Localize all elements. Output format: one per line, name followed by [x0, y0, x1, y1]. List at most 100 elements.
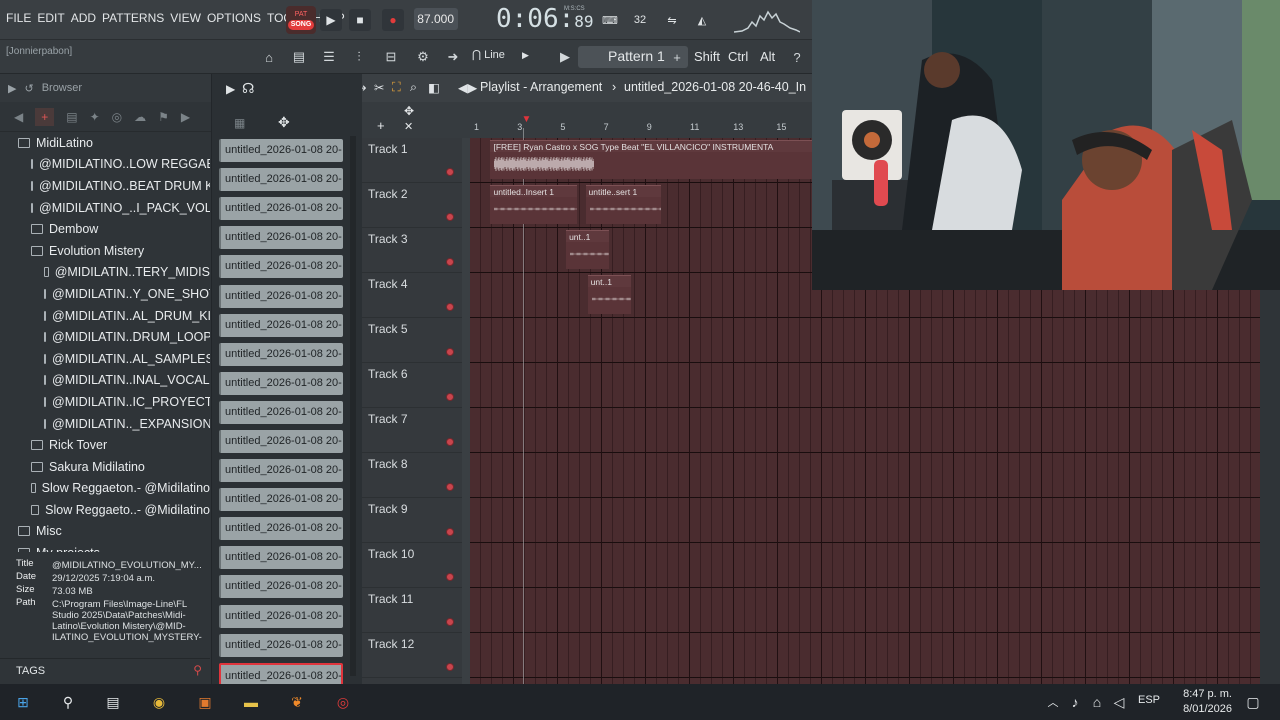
- browser-item[interactable]: @MIDILATIN..AL_DRUM_KIT: [0, 305, 210, 327]
- browser-item[interactable]: Slow Reggaeto..- @Midilatino: [0, 499, 210, 521]
- select-icon[interactable]: ⛶: [392, 80, 401, 95]
- playlist-clip[interactable]: untitled..Insert 1: [490, 185, 577, 224]
- track-header[interactable]: Track 1: [362, 138, 462, 183]
- browser-item[interactable]: @MIDILATIN..TERY_MIDIS: [0, 262, 210, 284]
- plugin-icon[interactable]: ⚙: [412, 47, 434, 67]
- browser-item[interactable]: @MIDILATINO_..I_PACK_VOL_2: [0, 197, 210, 219]
- playlist-clip[interactable]: unt..1: [566, 230, 610, 269]
- browser-files-icon[interactable]: ▤: [66, 110, 77, 124]
- track-header[interactable]: Track 5: [362, 318, 462, 363]
- piano-roll-icon[interactable]: ☰: [318, 47, 340, 67]
- shift-key[interactable]: Shift: [690, 46, 724, 68]
- clip-item[interactable]: untitled_2026-01-08 20-: [219, 456, 353, 485]
- browser-plugin-icon[interactable]: ✦: [90, 110, 100, 124]
- tempo-display[interactable]: 87.000: [414, 8, 458, 30]
- fl-studio-icon[interactable]: ❦: [284, 690, 310, 714]
- browser-item[interactable]: Sakura Midilatino: [0, 456, 210, 478]
- menu-item-view[interactable]: VIEW: [170, 11, 201, 25]
- menu-item-add[interactable]: ADD: [71, 11, 96, 25]
- timeline-ruler[interactable]: 1 3 5 7 9 11 13 15 ▼: [462, 114, 812, 134]
- browser-flag-icon[interactable]: ⚑: [158, 110, 169, 124]
- browser-back-icon[interactable]: ↺: [24, 82, 33, 95]
- track-header[interactable]: Track 10: [362, 543, 462, 588]
- track-header[interactable]: Track 3: [362, 228, 462, 273]
- lock-icon[interactable]: ⌂: [258, 47, 280, 67]
- clip-item[interactable]: untitled_2026-01-08 20-: [219, 427, 353, 456]
- record-button[interactable]: ●: [382, 9, 404, 31]
- track-mute-led[interactable]: [446, 393, 454, 401]
- pattern-prev-icon[interactable]: ▶: [554, 47, 576, 67]
- track-header[interactable]: Track 11: [362, 588, 462, 633]
- clip-item[interactable]: untitled_2026-01-08 20-: [219, 631, 353, 660]
- clip-item[interactable]: untitled_2026-01-08 20-: [219, 572, 353, 601]
- browser-collapse-icon[interactable]: ◀: [14, 110, 23, 124]
- browser-item[interactable]: Evolution Mistery: [0, 240, 210, 262]
- track-mute-led[interactable]: [446, 258, 454, 266]
- clip-item[interactable]: untitled_2026-01-08 20-: [219, 165, 353, 194]
- system-clock[interactable]: 8:47 p. m. 8/01/2026: [1183, 687, 1232, 717]
- browser-item[interactable]: @MIDILATINO..LOW REGGAETON: [0, 154, 210, 176]
- channel-rack-icon[interactable]: ⫶: [348, 47, 370, 67]
- snap-arrows-icon[interactable]: ✥: [404, 104, 414, 118]
- task-view-icon[interactable]: ▤: [100, 690, 126, 714]
- track-header[interactable]: Track 9: [362, 498, 462, 543]
- playlist-clip[interactable]: untitle..sert 1: [585, 185, 662, 224]
- track-mute-led[interactable]: [446, 303, 454, 311]
- track-header[interactable]: Track 8: [362, 453, 462, 498]
- picker-menu-icon[interactable]: ▦: [234, 116, 245, 130]
- picker-scrollbar[interactable]: [350, 136, 356, 676]
- browser-item[interactable]: @MIDILATIN..DRUM_LOOPS: [0, 326, 210, 348]
- browser-expand-icon[interactable]: ▶: [181, 110, 190, 124]
- menu-item-edit[interactable]: EDIT: [37, 11, 64, 25]
- picker-move-icon[interactable]: ✥: [278, 114, 290, 131]
- browser-cloud-icon[interactable]: ☁: [134, 110, 146, 124]
- menu-item-patterns[interactable]: PATTERNS: [102, 11, 164, 25]
- clip-item[interactable]: untitled_2026-01-08 20-: [219, 311, 353, 340]
- search-icon[interactable]: ⚲: [55, 690, 81, 714]
- playlist-icon[interactable]: ▤: [288, 47, 310, 67]
- track-mute-led[interactable]: [446, 168, 454, 176]
- clip-item[interactable]: untitled_2026-01-08 20-: [219, 340, 353, 369]
- clip-item[interactable]: untitled_2026-01-08 20-: [219, 543, 353, 572]
- ctrl-key[interactable]: Ctrl: [724, 46, 752, 68]
- playlist-clip[interactable]: [FREE] Ryan Castro x SOG Type Beat "EL V…: [490, 140, 812, 179]
- track-mute-led[interactable]: [446, 528, 454, 536]
- track-header[interactable]: Track 2: [362, 183, 462, 228]
- browser-item[interactable]: Misc: [0, 521, 210, 543]
- clip-item[interactable]: untitled_2026-01-08 20-: [219, 514, 353, 543]
- browser-item[interactable]: @MIDILATIN.._EXPANSION: [0, 413, 210, 435]
- browser-item[interactable]: @MIDILATIN..INAL_VOCALS: [0, 370, 210, 392]
- playhead-marker-icon[interactable]: ▼: [522, 114, 532, 125]
- media-app-icon[interactable]: ▣: [192, 690, 218, 714]
- menu-item-file[interactable]: FILE: [6, 11, 31, 25]
- playback-icon[interactable]: ◧: [428, 80, 440, 95]
- play-button[interactable]: ▶: [320, 9, 342, 31]
- track-mute-led[interactable]: [446, 348, 454, 356]
- menu-item-options[interactable]: OPTIONS: [207, 11, 261, 25]
- tags-bar[interactable]: TAGS ⚲: [0, 658, 210, 682]
- pat-song-toggle[interactable]: PAT SONG: [286, 6, 316, 34]
- clip-item[interactable]: untitled_2026-01-08 20-: [219, 485, 353, 514]
- picker-headphones-icon[interactable]: ☊: [242, 80, 254, 97]
- help-icon[interactable]: ?: [786, 47, 808, 67]
- slice-icon[interactable]: ✂: [374, 80, 384, 95]
- nav-arrows-icon[interactable]: ◀▶: [458, 80, 477, 95]
- close-icon[interactable]: ✕: [404, 120, 413, 133]
- slip-icon[interactable]: ⇹: [362, 80, 366, 95]
- clip-item[interactable]: untitled_2026-01-08 20-: [219, 223, 353, 252]
- keyboard-icon[interactable]: ⌨: [598, 10, 622, 30]
- browser-item[interactable]: My projects: [0, 542, 210, 552]
- file-explorer-icon[interactable]: ▬: [238, 690, 264, 714]
- clip-item[interactable]: untitled_2026-01-08 20-: [219, 194, 353, 223]
- metronome-icon[interactable]: ◭: [690, 10, 714, 30]
- track-mute-led[interactable]: [446, 438, 454, 446]
- browser-arrow-icon[interactable]: ▶: [8, 82, 16, 95]
- notifications-icon[interactable]: ▢: [1240, 690, 1266, 714]
- zoom-icon[interactable]: ⌕: [410, 80, 417, 95]
- browser-item[interactable]: Rick Tover: [0, 434, 210, 456]
- obs-icon[interactable]: ◎: [330, 690, 356, 714]
- clip-item[interactable]: untitled_2026-01-08 20-: [219, 369, 353, 398]
- track-header[interactable]: Track 12: [362, 633, 462, 678]
- browser-star-icon[interactable]: ◎: [112, 110, 122, 124]
- browser-add-icon[interactable]: +: [35, 107, 55, 126]
